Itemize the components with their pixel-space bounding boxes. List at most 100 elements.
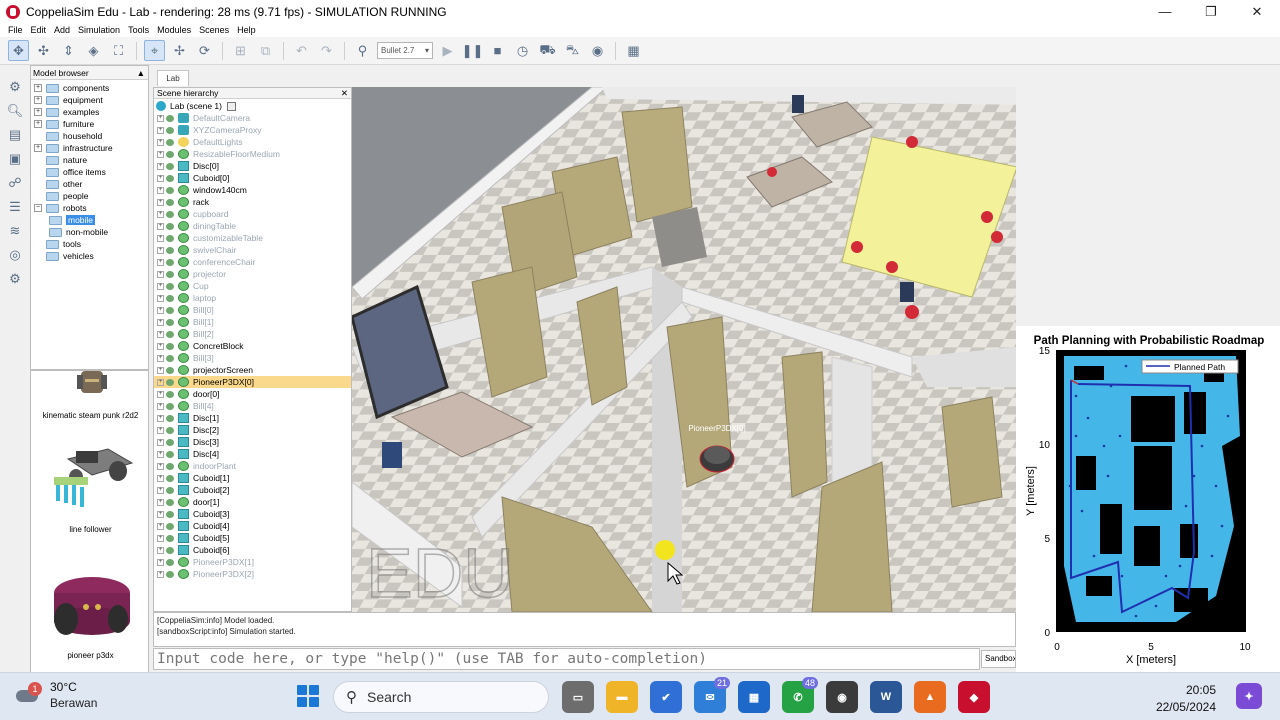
visibility-icon[interactable] — [166, 402, 174, 410]
scene-object-row[interactable]: + projector — [154, 268, 351, 280]
scene-object-row[interactable]: + Cuboid[2] — [154, 484, 351, 496]
scene-object-row[interactable]: + indoorPlant — [154, 460, 351, 472]
folder-equipment[interactable]: + equipment — [31, 94, 148, 106]
folder-household[interactable]: household — [31, 130, 148, 142]
expand-icon[interactable]: + — [157, 318, 164, 326]
scene-object-row[interactable]: + Cuboid[1] — [154, 472, 351, 484]
folder-office-items[interactable]: office items — [31, 166, 148, 178]
folder-examples[interactable]: + examples — [31, 106, 148, 118]
scene-object-row[interactable]: + laptop — [154, 292, 351, 304]
expand-icon[interactable]: + — [34, 84, 42, 92]
page-selector-icon[interactable]: ▦ — [623, 40, 644, 61]
speed-up-icon[interactable]: ⛍ — [562, 40, 583, 61]
scene-object-row[interactable]: + door[0] — [154, 388, 351, 400]
camera-pan-icon[interactable]: ✥ — [8, 40, 29, 61]
visibility-icon[interactable] — [166, 414, 174, 422]
realtime-clock-icon[interactable]: ◷ — [512, 40, 533, 61]
scene-object-row[interactable]: + Bill[0] — [154, 304, 351, 316]
video-recorder-icon[interactable]: ◎ — [4, 245, 26, 265]
visibility-icon[interactable] — [166, 258, 174, 266]
todo-check-icon[interactable]: ✔ — [650, 681, 682, 713]
folder-non-mobile[interactable]: non-mobile — [31, 226, 148, 238]
camera-rotate-icon[interactable]: ✣ — [33, 40, 54, 61]
scene-object-row[interactable]: + Bill[3] — [154, 352, 351, 364]
visibility-icon[interactable] — [166, 330, 174, 338]
calendar-icon[interactable]: ▦ — [738, 681, 770, 713]
expand-icon[interactable]: + — [157, 402, 164, 410]
layers-icon[interactable]: ≋ — [4, 221, 26, 241]
collections-icon[interactable]: ▣ — [4, 149, 26, 169]
visibility-icon[interactable] — [166, 174, 174, 182]
visibility-icon[interactable] — [166, 474, 174, 482]
model-thumb-r2d2[interactable]: kinematic steam punk r2d2 — [31, 371, 148, 420]
scene-object-row[interactable]: + Bill[4] — [154, 400, 351, 412]
expand-icon[interactable]: + — [157, 234, 164, 242]
visibility-icon[interactable] — [166, 282, 174, 290]
scene-object-row[interactable]: + Cuboid[5] — [154, 532, 351, 544]
expand-icon[interactable]: + — [34, 144, 42, 152]
menu-help[interactable]: Help — [233, 25, 260, 35]
visibility-icon[interactable] — [166, 306, 174, 314]
expand-icon[interactable]: + — [34, 120, 42, 128]
menu-tools[interactable]: Tools — [124, 25, 153, 35]
visibility-icon[interactable] — [166, 462, 174, 470]
visibility-icon[interactable] — [166, 114, 174, 122]
visibility-icon[interactable] — [166, 210, 174, 218]
system-clock[interactable]: 20:05 22/05/2024 — [1148, 682, 1216, 716]
expand-icon[interactable]: + — [157, 342, 164, 350]
object-rotate-icon[interactable]: ⟳ — [194, 40, 215, 61]
visibility-icon[interactable] — [166, 342, 174, 350]
expand-icon[interactable]: + — [157, 378, 164, 386]
expand-icon[interactable]: + — [157, 186, 164, 194]
coppeliasim-taskbar-icon[interactable]: ◆ — [958, 681, 990, 713]
menu-simulation[interactable]: Simulation — [74, 25, 124, 35]
user-settings-icon[interactable]: ⚙ — [4, 269, 26, 289]
collapse-up-icon[interactable]: ▲ — [137, 68, 145, 78]
pause-icon[interactable]: ❚❚ — [462, 40, 484, 61]
visibility-icon[interactable] — [166, 534, 174, 542]
scene-object-row[interactable]: + swivelChair — [154, 244, 351, 256]
folder-robots[interactable]: − robots — [31, 202, 148, 214]
scene-object-row[interactable]: + projectorScreen — [154, 364, 351, 376]
dynamics-icon[interactable]: ⚲ — [352, 40, 373, 61]
folder-furniture[interactable]: + furniture — [31, 118, 148, 130]
camera-shift-icon[interactable]: ⇕ — [58, 40, 79, 61]
camera-angle-icon[interactable]: ◈ — [83, 40, 104, 61]
expand-icon[interactable]: + — [157, 366, 164, 374]
chrome-icon[interactable]: ◉ — [826, 681, 858, 713]
visibility-icon[interactable] — [166, 366, 174, 374]
scene-object-row[interactable]: + Cuboid[3] — [154, 508, 351, 520]
visibility-icon[interactable] — [166, 498, 174, 506]
scene-object-row[interactable]: + door[1] — [154, 496, 351, 508]
visibility-icon[interactable] — [166, 318, 174, 326]
visibility-icon[interactable] — [166, 522, 174, 530]
expand-icon[interactable]: + — [157, 330, 164, 338]
scene-object-row[interactable]: + diningTable — [154, 220, 351, 232]
expand-icon[interactable]: + — [157, 414, 164, 422]
scene-root[interactable]: Lab (scene 1) — [154, 100, 351, 112]
visibility-icon[interactable] — [166, 198, 174, 206]
scripts-icon[interactable]: ☰ — [4, 197, 26, 217]
visibility-icon[interactable] — [166, 294, 174, 302]
menu-file[interactable]: File — [4, 25, 27, 35]
visibility-icon[interactable] — [166, 486, 174, 494]
folder-components[interactable]: + components — [31, 82, 148, 94]
expand-icon[interactable]: + — [157, 570, 164, 578]
matlab-icon[interactable]: ▲ — [914, 681, 946, 713]
visibility-icon[interactable] — [166, 438, 174, 446]
fit-to-view-icon[interactable]: ⛶ — [108, 40, 129, 61]
expand-icon[interactable]: + — [157, 162, 164, 170]
expand-icon[interactable]: + — [157, 534, 164, 542]
folder-nature[interactable]: nature — [31, 154, 148, 166]
word-icon[interactable]: W — [870, 681, 902, 713]
weather-widget[interactable]: 1 30°C Berawan — [14, 679, 97, 711]
expand-icon[interactable]: + — [157, 354, 164, 362]
visibility-icon[interactable] — [166, 222, 174, 230]
scene-object-row[interactable]: + XYZCameraProxy — [154, 124, 351, 136]
visibility-icon[interactable] — [166, 426, 174, 434]
scene-object-row[interactable]: + Cuboid[6] — [154, 544, 351, 556]
expand-icon[interactable]: + — [157, 498, 164, 506]
expand-icon[interactable]: + — [157, 198, 164, 206]
expand-icon[interactable]: + — [157, 150, 164, 158]
click-select-icon[interactable]: ⌖ — [144, 40, 165, 61]
